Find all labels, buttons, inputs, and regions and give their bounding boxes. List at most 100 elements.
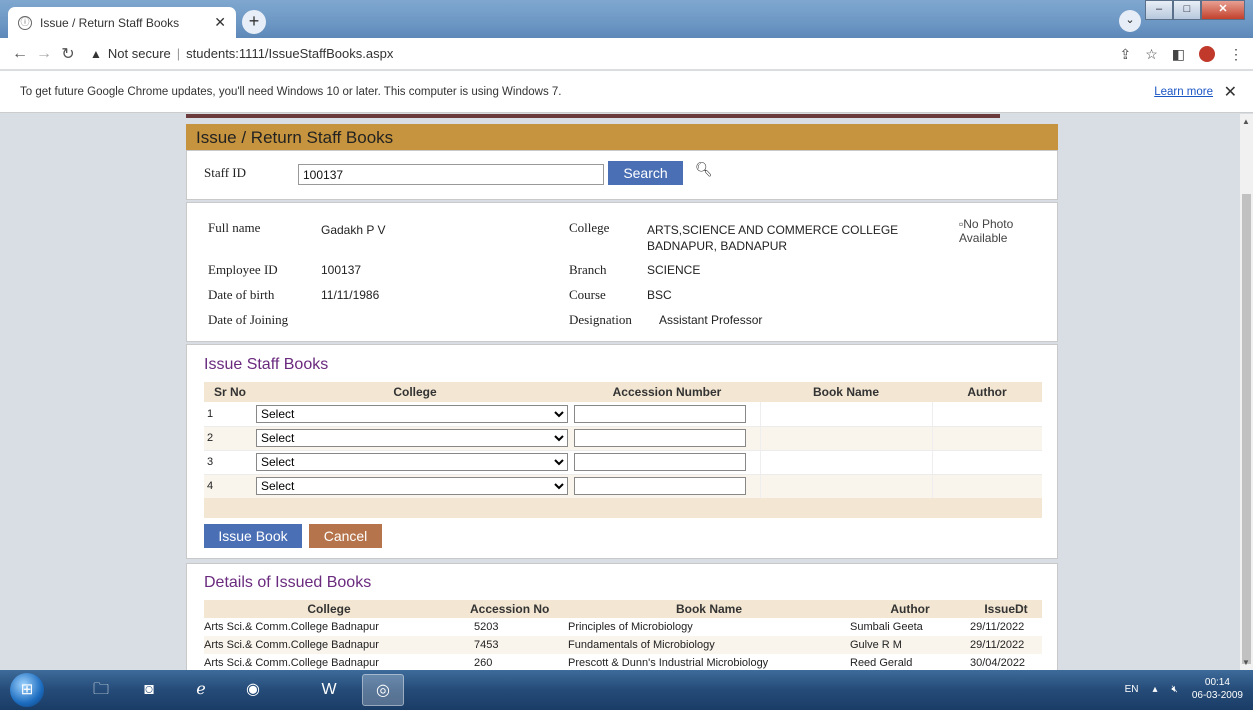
page-viewport: Issue / Return Staff Books Staff ID 1001… (0, 114, 1240, 670)
page-scrollbar[interactable]: ▲ ▼ (1240, 114, 1253, 670)
word-icon[interactable]: W (308, 674, 350, 706)
new-tab-button[interactable]: + (242, 10, 266, 34)
col-college: College (204, 600, 454, 618)
col-author: Author (850, 600, 970, 618)
clock[interactable]: 00:14 06-03-2009 (1192, 676, 1243, 702)
col-sr-no: Sr No (204, 382, 256, 402)
issue-row: 4 Select (204, 474, 1042, 499)
back-icon[interactable]: ← (8, 45, 32, 63)
course-label: Course (569, 287, 606, 302)
minimize-button[interactable]: – (1145, 0, 1173, 20)
window-controls: – □ ✕ (1145, 0, 1245, 20)
college-select[interactable]: Select (256, 429, 568, 447)
language-indicator[interactable]: EN (1125, 684, 1139, 695)
col-accession-no: Accession No (454, 600, 568, 618)
menu-kebab-icon[interactable]: ⋮ (1229, 46, 1243, 63)
book-name-cell: Principles of Microbiology (568, 621, 693, 633)
issue-table: Sr No College Accession Number Book Name… (204, 382, 1042, 499)
issue-date-cell: 29/11/2022 (970, 636, 1042, 654)
page-title: Issue / Return Staff Books (186, 124, 1058, 150)
side-panel-icon[interactable]: ◧ (1172, 46, 1185, 63)
window-close-button[interactable]: ✕ (1201, 0, 1245, 20)
college-cell: Arts Sci.& Comm.College Badnapur (204, 657, 379, 669)
file-explorer-icon[interactable]: 🗀 (80, 674, 122, 706)
col-book-name: Book Name (760, 382, 932, 402)
book-name-cell: Prescott & Dunn's Industrial Microbiolog… (568, 657, 769, 669)
doj-label: Date of Joining (208, 312, 289, 327)
cancel-button[interactable]: Cancel (309, 524, 382, 548)
college-label: College (569, 220, 610, 235)
scroll-up-icon[interactable]: ▲ (1242, 117, 1250, 126)
infobar-close-icon[interactable]: ✕ (1224, 82, 1237, 102)
browser-tab[interactable]: ⓘ Issue / Return Staff Books ✕ (8, 7, 236, 38)
volume-muted-icon[interactable]: 🔇︎ (1172, 684, 1178, 695)
warning-icon: ▲ (90, 46, 102, 61)
start-button[interactable]: ⊞ (10, 673, 44, 707)
bookmark-star-icon[interactable]: ☆ (1145, 46, 1158, 63)
scroll-down-icon[interactable]: ▼ (1242, 658, 1250, 667)
reload-icon[interactable]: ↻ (56, 44, 80, 64)
table-row[interactable]: Arts Sci.& Comm.College Badnapur 260 Pre… (204, 654, 1042, 670)
table-row[interactable]: Arts Sci.& Comm.College Badnapur 7453 Fu… (204, 636, 1042, 654)
issued-section-title: Details of Issued Books (204, 574, 372, 591)
close-tab-icon[interactable]: ✕ (214, 14, 226, 31)
tray-expand-icon[interactable]: ▴ (1153, 684, 1158, 695)
issue-date-cell: 29/11/2022 (970, 621, 1025, 633)
internet-explorer-icon[interactable]: ℯ (180, 674, 222, 706)
scrollbar-thumb[interactable] (1242, 194, 1251, 664)
college-select[interactable]: Select (256, 404, 568, 423)
col-college: College (256, 382, 574, 402)
clock-date: 06-03-2009 (1191, 690, 1243, 701)
employee-id-label: Employee ID (208, 262, 278, 277)
chrome-icon[interactable]: ◎ (362, 674, 404, 706)
table-row[interactable]: Arts Sci.& Comm.College Badnapur 5203 Pr… (204, 618, 1042, 636)
accession-cell: 260 (474, 657, 493, 669)
book-name-cell (759, 402, 932, 427)
issue-date-cell: 30/04/2022 (970, 657, 1026, 669)
share-icon[interactable]: ⇪ (1119, 46, 1131, 63)
staff-photo: ▫No Photo Available (959, 217, 1039, 245)
accession-cell (574, 426, 760, 451)
book-name-cell (759, 426, 932, 451)
firefox-icon[interactable]: ◉ (232, 674, 274, 706)
accession-cell (574, 474, 760, 499)
site-info-icon: ⓘ (18, 15, 32, 30)
profile-avatar[interactable] (1199, 46, 1215, 62)
photo-alt-line2: Available (959, 231, 1008, 245)
search-button[interactable]: Search (608, 161, 683, 185)
search-icon[interactable]: 🔍︎ (695, 161, 713, 178)
issued-table-header: College Accession No Book Name Author Is… (204, 600, 1042, 618)
dob-label: Date of birth (208, 287, 275, 302)
college-select[interactable]: Select (256, 477, 568, 495)
issue-row: 1 Select (204, 402, 1042, 427)
staff-details-panel: Full name Gadakh P V College ARTS,SCIENC… (186, 202, 1058, 342)
staff-id-input[interactable]: 100137 (298, 164, 604, 185)
branch-value: SCIENCE (647, 263, 701, 277)
book-name-cell: Fundamentals of Microbiology (568, 636, 850, 654)
college-select[interactable]: Select (256, 453, 568, 471)
accession-cell (574, 402, 760, 427)
sr-no: 2 (204, 426, 256, 451)
windows-taskbar: ⊞ 🗀 ◙ ℯ ◉ W ◎ EN ▴ 🔇︎ 00:14 06-03-2009 (0, 670, 1253, 710)
learn-more-link[interactable]: Learn more (1154, 86, 1213, 98)
full-name-value: Gadakh P V (321, 223, 386, 237)
author-cell (931, 402, 1042, 427)
accession-number-input[interactable] (574, 477, 746, 495)
outlook-icon[interactable]: ◙ (128, 674, 170, 706)
omnibox-separator: | (176, 46, 181, 61)
book-name-cell (759, 474, 932, 499)
tab-search-icon[interactable]: ⌄ (1119, 10, 1141, 32)
college-cell: Select (256, 402, 574, 427)
issue-row: 2 Select (204, 426, 1042, 451)
issue-table-header: Sr No College Accession Number Book Name… (204, 382, 1042, 402)
accession-number-input[interactable] (574, 404, 746, 423)
forward-icon[interactable]: → (32, 45, 56, 63)
accession-number-input[interactable] (574, 429, 746, 447)
omnibox[interactable]: ▲ Not secure | students:1111/IssueStaffB… (90, 42, 393, 66)
issue-section-title: Issue Staff Books (204, 356, 329, 373)
maximize-button[interactable]: □ (1173, 0, 1201, 20)
infobar-message: To get future Google Chrome updates, you… (20, 86, 562, 98)
issue-book-button[interactable]: Issue Book (204, 524, 302, 548)
designation-label: Designation (569, 312, 632, 327)
accession-number-input[interactable] (574, 453, 746, 471)
